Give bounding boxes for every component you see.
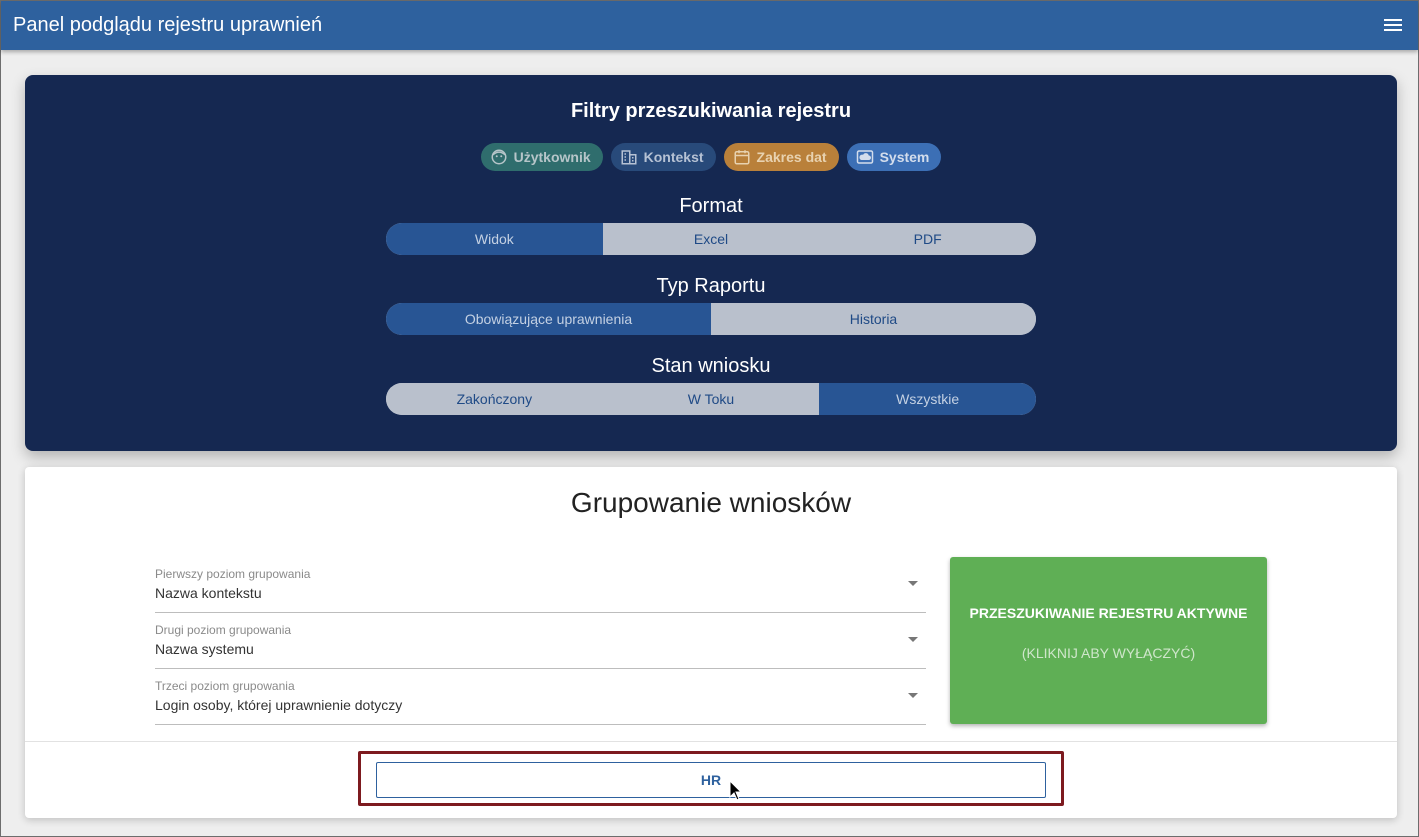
third-level-select[interactable]: Trzeci poziom grupowania Login osoby, kt…	[155, 669, 926, 725]
face-icon	[491, 149, 507, 165]
second-level-select[interactable]: Drugi poziom grupowania Nazwa systemu	[155, 613, 926, 669]
dropdown-arrow-icon	[908, 637, 918, 642]
chip-date-range-label: Zakres dat	[756, 149, 827, 165]
chip-context[interactable]: Kontekst	[610, 143, 716, 171]
filter-chips: Użytkownik Kontekst Zakres dat System	[25, 143, 1397, 171]
state-option-finished[interactable]: Zakończony	[386, 383, 603, 415]
first-level-value: Nazwa kontekstu	[155, 585, 262, 601]
chip-user-label: Użytkownik	[513, 149, 591, 165]
report-type-option-current[interactable]: Obowiązujące uprawnienia	[386, 303, 711, 335]
format-option-pdf[interactable]: PDF	[819, 223, 1036, 255]
report-type-toggle: Obowiązujące uprawnienia Historia	[386, 303, 1036, 335]
cloud-icon	[856, 150, 873, 164]
format-option-view[interactable]: Widok	[386, 223, 603, 255]
third-level-value: Login osoby, której uprawnienie dotyczy	[155, 697, 403, 713]
chip-date-range[interactable]: Zakres dat	[723, 143, 839, 171]
chip-user[interactable]: Użytkownik	[480, 143, 603, 171]
chip-system[interactable]: System	[846, 143, 942, 171]
format-label: Format	[679, 195, 743, 217]
search-toggle-title: PRZESZUKIWANIE REJESTRU AKTYWNE	[969, 605, 1248, 621]
search-toggle-subtitle: (KLIKNIJ ABY WYŁĄCZYĆ)	[1021, 645, 1196, 661]
hr-button[interactable]: HR	[376, 762, 1046, 798]
report-type-label: Typ Raportu	[656, 275, 766, 297]
registry-search-toggle-button[interactable]: PRZESZUKIWANIE REJESTRU AKTYWNE (KLIKNIJ…	[950, 557, 1267, 724]
first-level-select[interactable]: Pierwszy poziom grupowania Nazwa konteks…	[155, 557, 926, 613]
format-option-excel[interactable]: Excel	[602, 223, 820, 255]
mouse-cursor-icon	[729, 780, 743, 801]
building-icon	[621, 150, 637, 165]
app-title: Panel podglądu rejestru uprawnień	[13, 14, 323, 36]
grouping-title: Grupowanie wniosków	[570, 487, 852, 518]
dropdown-arrow-icon	[908, 581, 918, 586]
request-state-label: Stan wniosku	[651, 355, 771, 377]
report-type-option-history[interactable]: Historia	[711, 303, 1036, 335]
first-level-label: Pierwszy poziom grupowania	[155, 567, 311, 581]
format-toggle: Widok Excel PDF	[386, 223, 1036, 255]
second-level-value: Nazwa systemu	[155, 641, 254, 657]
request-state-toggle: Zakończony W Toku Wszystkie	[386, 383, 1036, 415]
state-option-in-progress[interactable]: W Toku	[602, 383, 820, 415]
app-bar: Panel podglądu rejestru uprawnień	[1, 1, 1418, 50]
chip-context-label: Kontekst	[643, 149, 704, 165]
hamburger-menu-icon[interactable]	[1382, 16, 1404, 36]
divider	[25, 741, 1397, 742]
filters-panel: Filtry przeszukiwania rejestru Użytkowni…	[25, 75, 1397, 451]
chip-system-label: System	[879, 149, 930, 165]
calendar-icon	[734, 150, 750, 165]
grouping-panel: Grupowanie wniosków Pierwszy poziom grup…	[25, 467, 1397, 818]
third-level-label: Trzeci poziom grupowania	[155, 679, 295, 693]
second-level-label: Drugi poziom grupowania	[155, 623, 292, 637]
dropdown-arrow-icon	[908, 693, 918, 698]
filters-title: Filtry przeszukiwania rejestru	[570, 100, 852, 122]
state-option-all[interactable]: Wszystkie	[819, 383, 1036, 415]
